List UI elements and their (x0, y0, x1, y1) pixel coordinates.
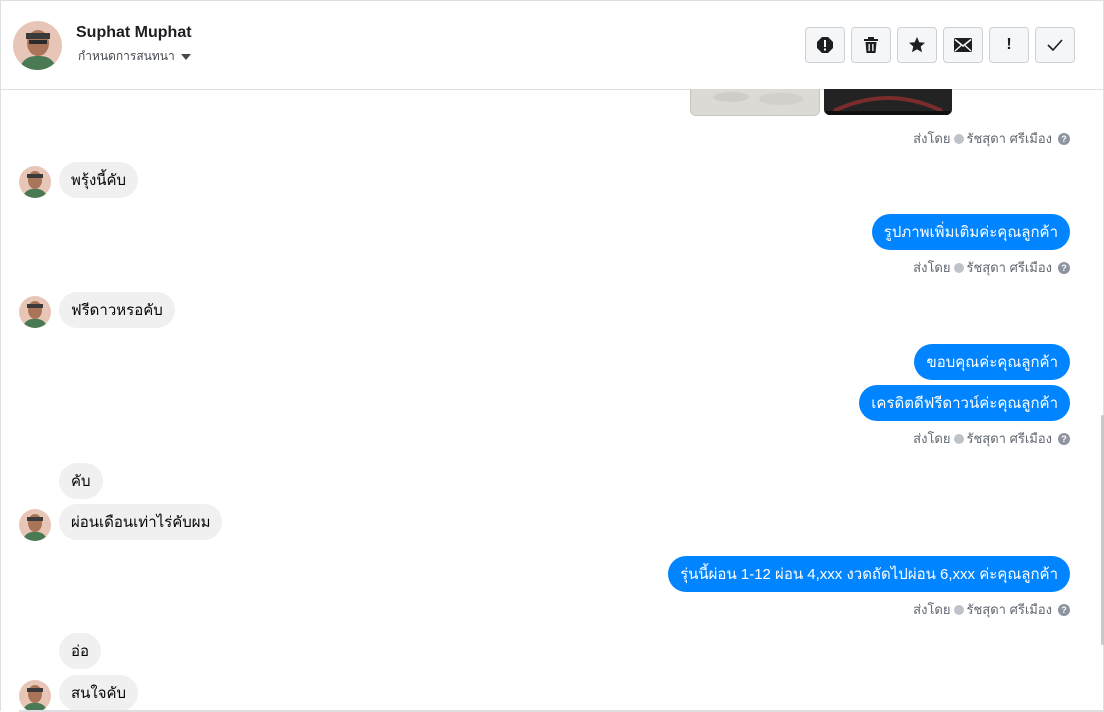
star-button[interactable] (897, 27, 937, 63)
avatar[interactable] (19, 296, 51, 328)
mark-unread-button[interactable] (943, 27, 983, 63)
image-attachment[interactable] (824, 89, 952, 115)
conversation-header: Suphat Muphat กำหนดการสนทนา ! (1, 1, 1103, 90)
sent-by-agent[interactable]: รัชสุดา ศรีเมือง (967, 128, 1053, 149)
avatar[interactable] (19, 509, 51, 541)
toolbar: ! (805, 27, 1075, 63)
outgoing-message[interactable]: รูปภาพเพิ่มเติมค่ะคุณลูกค้า (871, 214, 1070, 250)
sent-by-agent[interactable]: รัชสุดา ศรีเมือง (967, 428, 1053, 449)
spam-icon (817, 37, 833, 53)
agent-status-icon (953, 604, 964, 615)
image-attachment[interactable] (690, 89, 820, 116)
sent-by-label: ส่งโดย รัชสุดา ศรีเมือง ? (913, 257, 1070, 278)
check-icon (1047, 39, 1063, 51)
agent-status-icon (953, 262, 964, 273)
outgoing-message[interactable]: รุ่นนี้ผ่อน 1-12 ผ่อน 4,xxx งวดถัดไปผ่อน… (668, 556, 1070, 592)
mark-spam-button[interactable] (805, 27, 845, 63)
incoming-message[interactable]: ผ่อนเดือนเท่าไร่คับผม (59, 504, 223, 540)
sent-by-label: ส่งโดย รัชสุดา ศรีเมือง ? (913, 599, 1070, 620)
avatar[interactable] (19, 680, 51, 712)
sent-by-agent[interactable]: รัชสุดา ศรีเมือง (967, 257, 1053, 278)
sent-by-label: ส่งโดย รัชสุดา ศรีเมือง ? (913, 428, 1070, 449)
incoming-message[interactable]: พรุ้งนี้คับ (59, 162, 139, 198)
mail-icon (954, 38, 972, 52)
agent-status-icon (953, 433, 964, 444)
help-icon[interactable]: ? (1058, 432, 1070, 445)
sent-by-prefix: ส่งโดย (913, 131, 951, 146)
sent-by-agent[interactable]: รัชสุดา ศรีเมือง (967, 599, 1053, 620)
help-icon[interactable]: ? (1058, 132, 1070, 145)
avatar[interactable] (13, 21, 62, 70)
conversation-options-label: กำหนดการสนทนา (78, 49, 175, 63)
incoming-message[interactable]: สนใจคับ (59, 675, 139, 711)
delete-button[interactable] (851, 27, 891, 63)
outgoing-message[interactable]: เครดิตดีฟรีดาวน์ค่ะคุณลูกค้า (859, 385, 1070, 421)
caret-down-icon (180, 54, 191, 60)
sent-by-prefix: ส่งโดย (913, 260, 951, 275)
incoming-message[interactable]: ฟรีดาวหรอคับ (59, 292, 175, 328)
avatar[interactable] (19, 166, 51, 198)
trash-icon (864, 37, 878, 53)
sent-by-label: ส่งโดย รัชสุดา ศรีเมือง ? (913, 128, 1070, 149)
outgoing-message[interactable]: ขอบคุณค่ะคุณลูกค้า (914, 344, 1070, 380)
help-icon[interactable]: ? (1058, 603, 1070, 616)
sent-by-prefix: ส่งโดย (913, 431, 951, 446)
star-icon (909, 37, 925, 53)
mark-done-button[interactable] (1035, 27, 1075, 63)
important-label: ! (1006, 36, 1012, 53)
incoming-message[interactable]: อ่อ (59, 633, 102, 669)
incoming-message[interactable]: คับ (59, 463, 103, 499)
agent-status-icon (953, 133, 964, 144)
contact-name[interactable]: Suphat Muphat (76, 24, 192, 42)
help-icon[interactable]: ? (1058, 261, 1070, 274)
sent-by-prefix: ส่งโดย (913, 602, 951, 617)
important-button[interactable]: ! (989, 27, 1029, 63)
conversation-options[interactable]: กำหนดการสนทนา (78, 47, 191, 66)
